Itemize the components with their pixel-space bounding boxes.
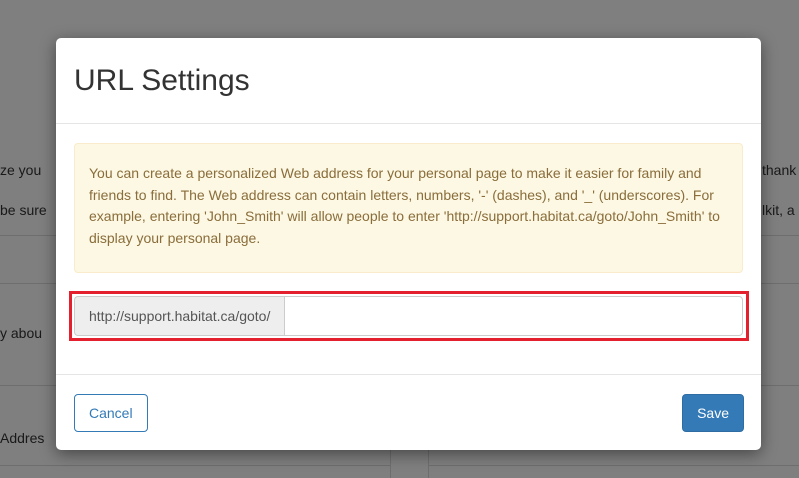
url-prefix: http://support.habitat.ca/goto/: [74, 296, 285, 336]
cancel-button[interactable]: Cancel: [74, 394, 148, 432]
url-settings-modal: URL Settings You can create a personaliz…: [56, 38, 761, 450]
modal-header: URL Settings: [56, 38, 761, 124]
modal-title: URL Settings: [74, 64, 250, 97]
modal-footer: Cancel Save: [56, 374, 761, 450]
url-input-group: http://support.habitat.ca/goto/: [74, 296, 743, 336]
url-input[interactable]: [284, 296, 743, 336]
info-alert: You can create a personalized Web addres…: [74, 143, 743, 273]
save-button[interactable]: Save: [682, 394, 744, 432]
